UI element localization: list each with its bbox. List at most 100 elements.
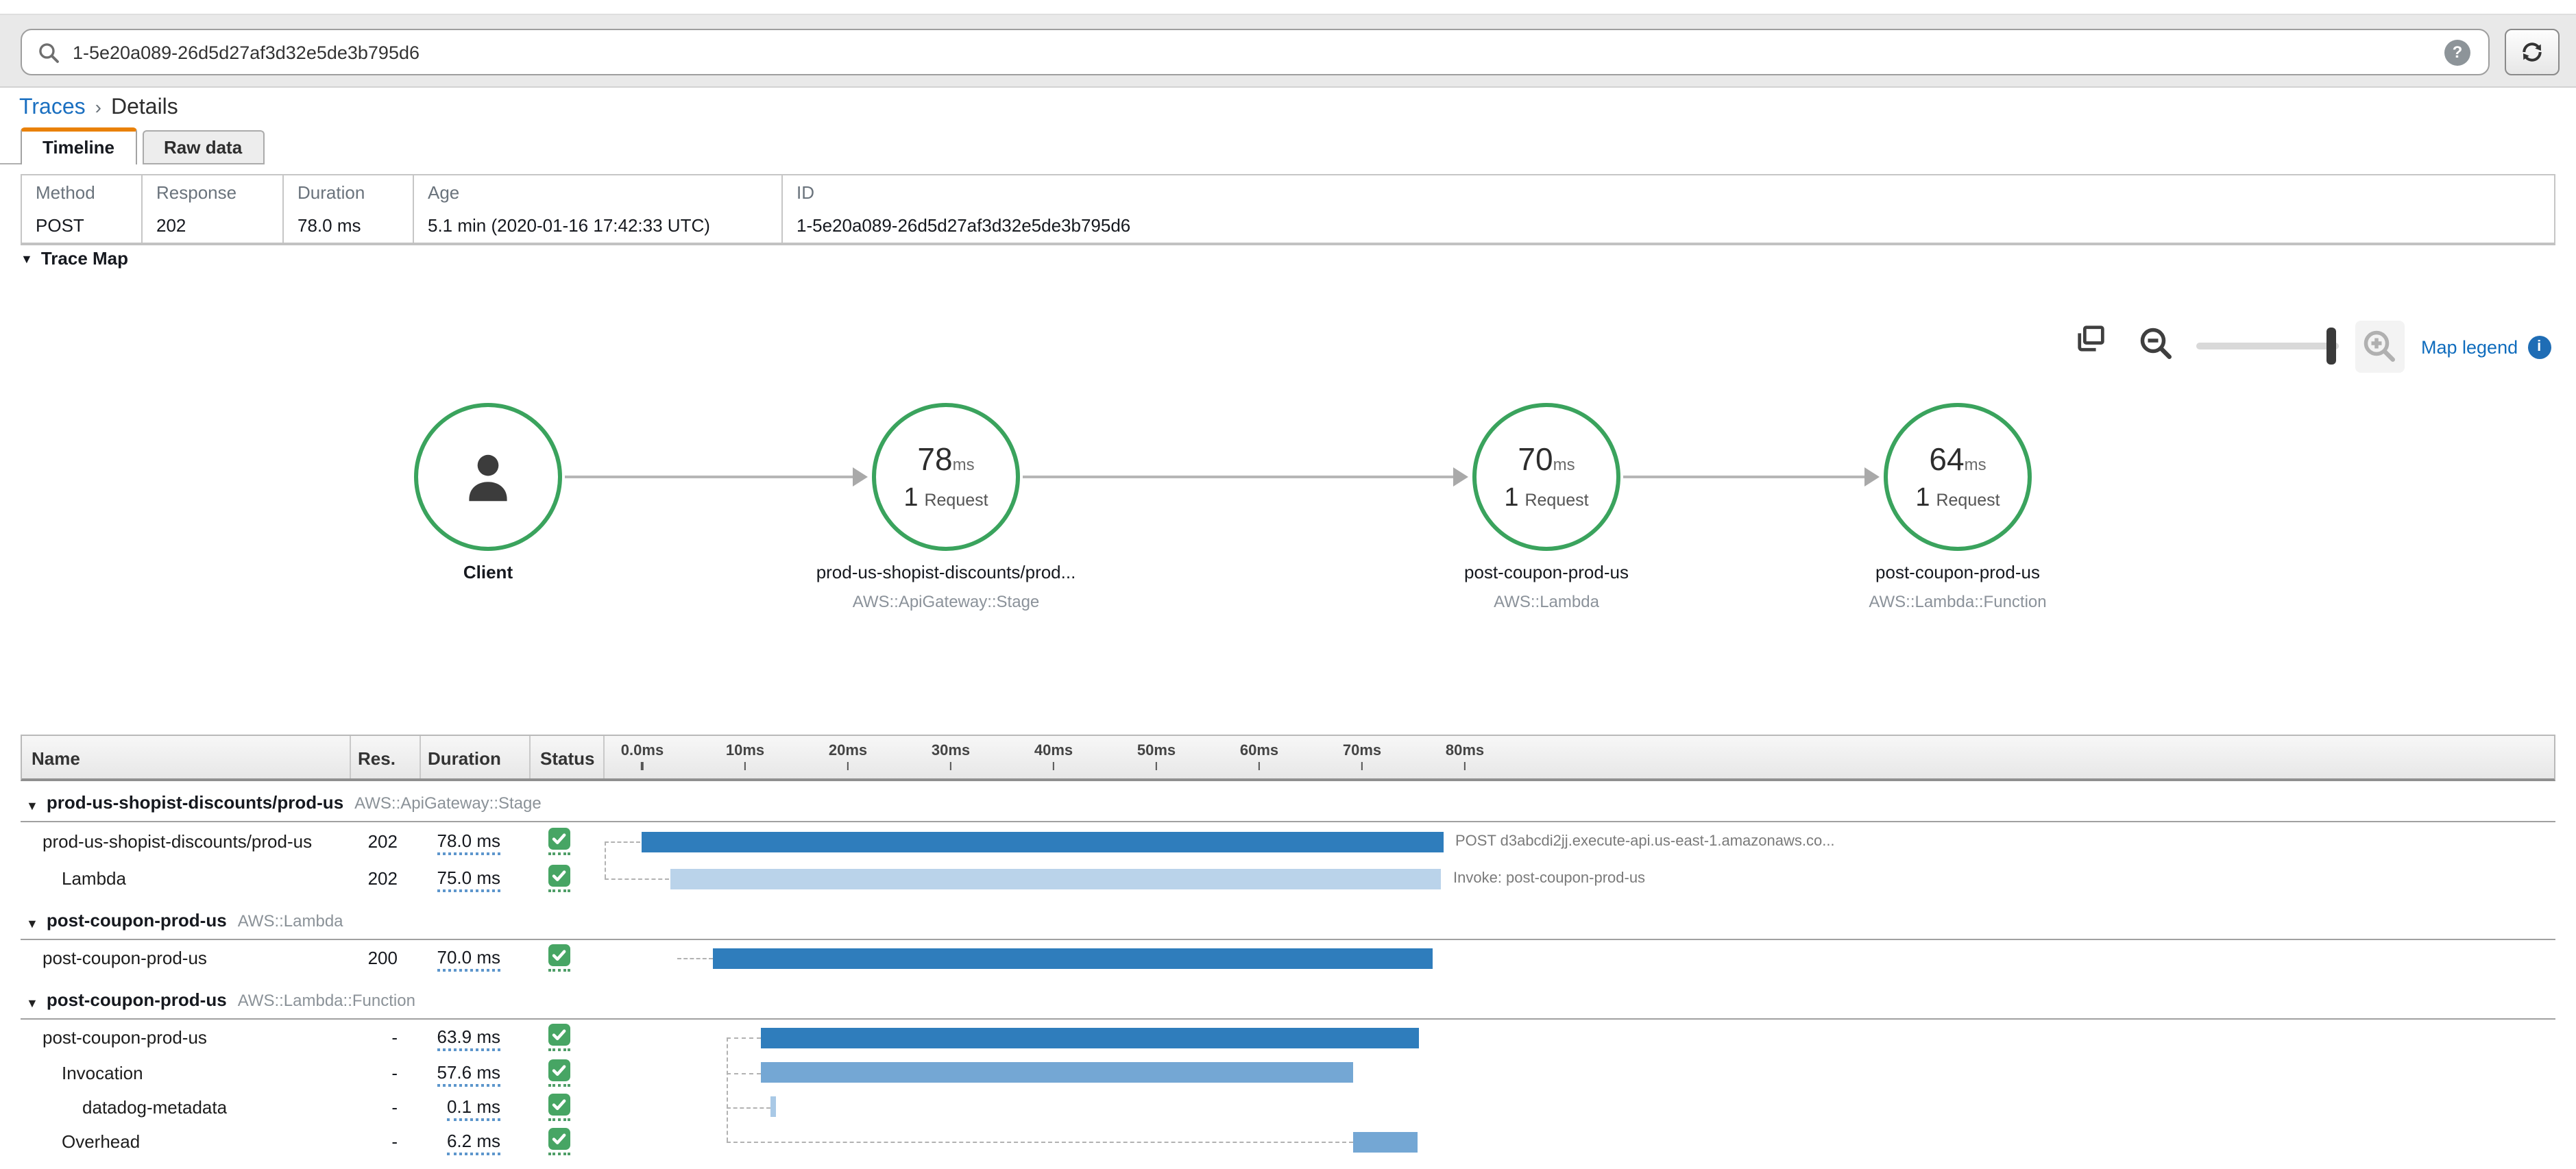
column-header-name: Name — [32, 748, 80, 769]
row-duration[interactable]: 70.0 ms — [437, 947, 501, 972]
timeline-bar[interactable] — [1354, 1131, 1418, 1152]
node-request-count: 1 — [1504, 483, 1518, 512]
segment-group-header[interactable]: ▼ prod-us-shopist-discounts/prod-us AWS:… — [21, 781, 2555, 822]
map-node-label: Client — [463, 562, 513, 582]
status-ok-icon[interactable] — [548, 1093, 570, 1120]
status-ok-icon[interactable] — [548, 1128, 570, 1155]
timeline-bar[interactable] — [762, 1062, 1354, 1083]
timeline-bar[interactable] — [713, 948, 1433, 968]
bar-annotation: POST d3abcdi2jj.execute-api.us-east-1.am… — [1455, 833, 1835, 850]
row-duration[interactable]: 6.2 ms — [447, 1131, 500, 1155]
map-edge — [1023, 476, 1456, 478]
timeline-row[interactable]: post-coupon-prod-us 200 70.0 ms — [21, 940, 2555, 976]
help-icon[interactable]: ? — [2444, 40, 2470, 66]
summary-duration: 78.0 ms — [283, 209, 413, 243]
zoom-out-icon — [2136, 323, 2177, 365]
group-name: post-coupon-prod-us — [47, 910, 227, 931]
search-value: 1-5e20a089-26d5d27af3d32e5de3b795d6 — [73, 42, 420, 62]
summary-response: 202 — [142, 209, 283, 243]
timeline-table-header: Name Res. Duration Status 0.0ms 10ms 20m… — [21, 735, 2555, 781]
status-ok-icon[interactable] — [548, 865, 570, 892]
search-input[interactable]: 1-5e20a089-26d5d27af3d32e5de3b795d6 ? — [21, 29, 2490, 75]
timeline-bar[interactable] — [641, 831, 1443, 852]
node-duration: 70 — [1518, 441, 1553, 476]
column-header-duration: Duration — [428, 748, 501, 769]
column-divider — [350, 736, 351, 778]
scale-tick: 60ms — [1240, 736, 1278, 770]
row-duration[interactable]: 0.1 ms — [447, 1096, 500, 1120]
zoom-out-button[interactable] — [2136, 323, 2177, 365]
summary-header-id: ID — [782, 175, 2555, 209]
scale-tick: 10ms — [726, 736, 764, 770]
collapse-triangle-icon: ▼ — [26, 799, 38, 813]
xray-trace-details-page: 1-5e20a089-26d5d27af3d32e5de3b795d6 ? Tr… — [0, 0, 2576, 1169]
row-name: Overhead — [62, 1131, 140, 1152]
column-header-status: Status — [540, 748, 594, 769]
scale-tick: 0.0ms — [621, 736, 664, 770]
bar-connector — [727, 1142, 1353, 1143]
row-duration[interactable]: 75.0 ms — [437, 867, 501, 892]
row-duration[interactable]: 78.0 ms — [437, 830, 501, 855]
timeline-bar[interactable] — [762, 1027, 1419, 1048]
group-name: post-coupon-prod-us — [47, 989, 227, 1010]
map-node-client[interactable] — [414, 403, 562, 551]
collapse-triangle-icon: ▼ — [26, 996, 38, 1010]
segment-group-header[interactable]: ▼ post-coupon-prod-us AWS::Lambda — [21, 896, 2555, 940]
map-node-apigateway[interactable]: 78ms 1 Request — [872, 403, 1020, 551]
timeline-row[interactable]: post-coupon-prod-us - 63.9 ms — [21, 1020, 2555, 1055]
collapse-triangle-icon: ▼ — [26, 917, 38, 931]
status-ok-icon[interactable] — [548, 944, 570, 972]
status-ok-icon[interactable] — [548, 1059, 570, 1086]
summary-method: POST — [21, 209, 142, 243]
timeline-row[interactable]: prod-us-shopist-discounts/prod-us 202 78… — [21, 822, 2555, 861]
timeline-row[interactable]: Lambda 202 75.0 ms Invoke: post-coupon-p… — [21, 861, 2555, 896]
segment-group-header[interactable]: ▼ post-coupon-prod-us AWS::Lambda::Funct… — [21, 976, 2555, 1020]
bar-connector — [727, 1037, 761, 1039]
trace-map-toggle[interactable]: ▼ Trace Map — [21, 248, 128, 269]
row-name: post-coupon-prod-us — [42, 1027, 207, 1048]
tab-timeline[interactable]: Timeline — [21, 127, 136, 164]
scale-tick: 20ms — [829, 736, 867, 770]
map-edge-arrowhead-icon — [1453, 467, 1468, 487]
info-icon[interactable]: i — [2527, 336, 2551, 359]
group-type: AWS::ApiGateway::Stage — [354, 793, 542, 813]
scale-tick: 80ms — [1446, 736, 1484, 770]
tab-raw-data[interactable]: Raw data — [142, 130, 264, 164]
map-legend-link[interactable]: Map legend i — [2421, 336, 2551, 359]
timeline-row[interactable]: datadog-metadata - 0.1 ms — [21, 1090, 2555, 1124]
node-request-count: 1 — [903, 483, 918, 512]
map-edge-arrowhead-icon — [853, 467, 868, 487]
map-legend-label: Map legend — [2421, 337, 2518, 358]
node-request-label: Request — [1524, 490, 1588, 509]
row-name: datadog-metadata — [82, 1096, 227, 1117]
column-divider — [529, 736, 531, 778]
tab-bar: Timeline Raw data — [21, 127, 264, 164]
scale-tick: 50ms — [1137, 736, 1176, 770]
map-node-type: AWS::ApiGateway::Stage — [853, 592, 1040, 611]
row-duration[interactable]: 63.9 ms — [437, 1026, 501, 1051]
timeline-bar[interactable] — [770, 1096, 776, 1117]
status-ok-icon[interactable] — [548, 1024, 570, 1051]
column-header-res: Res. — [358, 748, 396, 769]
bar-connector — [727, 1107, 770, 1108]
status-ok-icon[interactable] — [548, 828, 570, 855]
timeline-bar[interactable] — [670, 868, 1441, 889]
map-node-type: AWS::Lambda — [1494, 592, 1599, 611]
refresh-button[interactable] — [2505, 29, 2560, 75]
zoom-in-button[interactable] — [2355, 321, 2405, 373]
fit-to-window-button[interactable] — [2073, 321, 2109, 356]
summary-id: 1-5e20a089-26d5d27af3d32e5de3b795d6 — [782, 209, 2555, 243]
map-node-lambda-function[interactable]: 64ms 1 Request — [1884, 403, 2032, 551]
breadcrumb-traces-link[interactable]: Traces — [19, 96, 86, 119]
map-node-lambda[interactable]: 70ms 1 Request — [1472, 403, 1620, 551]
breadcrumb-current: Details — [111, 96, 178, 119]
map-zoom-slider[interactable] — [2196, 343, 2339, 349]
search-band: 1-5e20a089-26d5d27af3d32e5de3b795d6 ? — [0, 14, 2576, 88]
timeline-row[interactable]: Invocation - 57.6 ms — [21, 1055, 2555, 1090]
windows-icon — [2073, 321, 2109, 356]
bar-connector — [727, 1037, 728, 1142]
scale-tick: 70ms — [1343, 736, 1381, 770]
column-divider — [420, 736, 421, 778]
row-duration[interactable]: 57.6 ms — [437, 1061, 501, 1086]
map-zoom-slider-handle[interactable] — [2326, 328, 2336, 365]
